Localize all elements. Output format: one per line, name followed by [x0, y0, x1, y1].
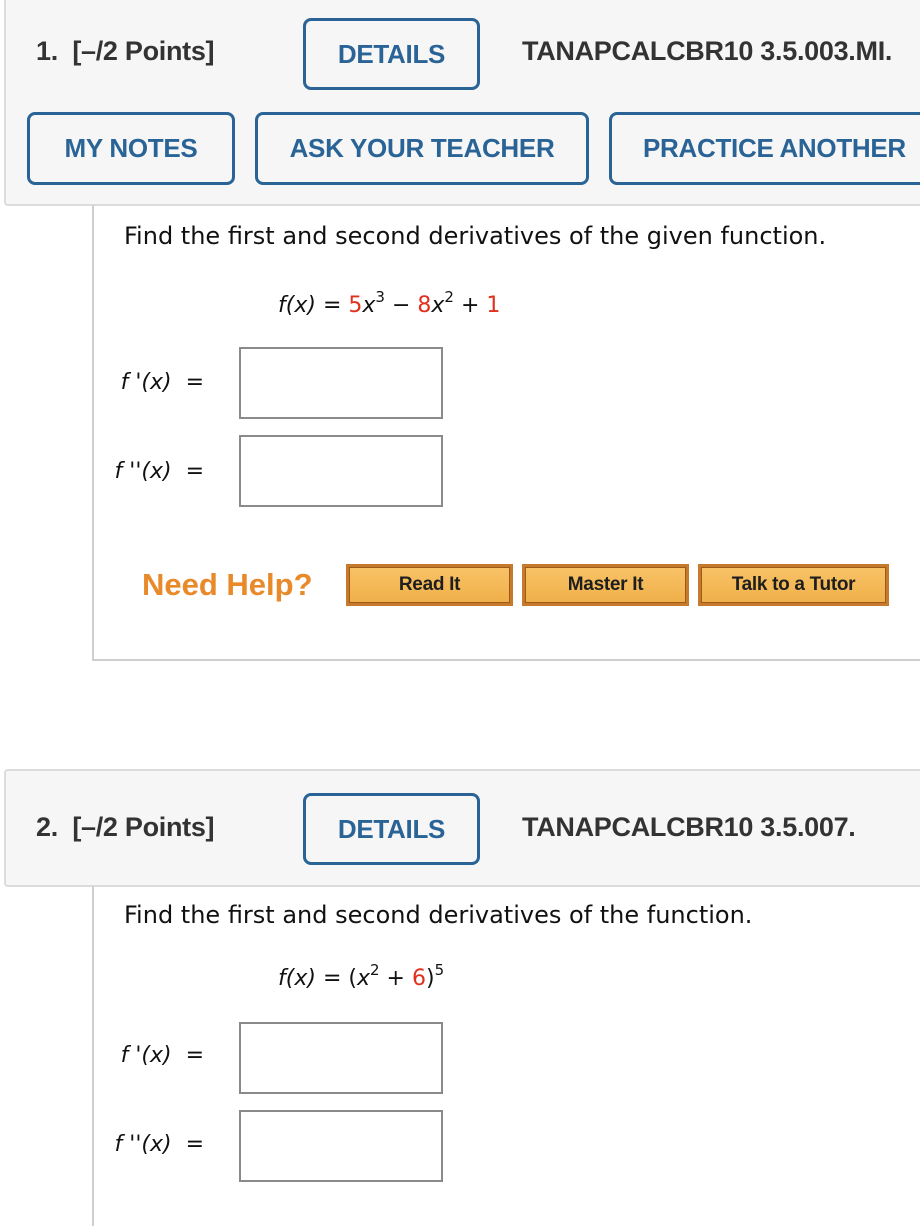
- equals-sign: =: [185, 1132, 204, 1157]
- formula-operator: +: [386, 966, 405, 991]
- read-it-button[interactable]: Read It: [346, 564, 513, 606]
- formula-constant: 1: [486, 293, 501, 318]
- ask-your-teacher-button[interactable]: ASK YOUR TEACHER: [255, 112, 589, 185]
- formula-lhs: f(x): [278, 293, 316, 318]
- formula-exponent: 2: [444, 288, 454, 306]
- question-1-number-points: 1. [–/2 Points]: [36, 36, 215, 67]
- first-derivative-input[interactable]: [239, 1022, 443, 1094]
- function-formula: f(x) = 5x3 − 8x2 + 1: [278, 290, 501, 319]
- second-derivative-input[interactable]: [239, 435, 443, 507]
- equals-sign: =: [185, 459, 204, 484]
- formula-coefficient: 5: [348, 293, 363, 318]
- need-help-label: Need Help?: [142, 567, 313, 602]
- my-notes-button[interactable]: MY NOTES: [27, 112, 235, 185]
- formula-paren: (: [348, 966, 357, 991]
- question-prompt: Find the first and second derivatives of…: [124, 901, 753, 929]
- question-1-header: 1. [–/2 Points] DETAILS TANAPCALCBR10 3.…: [4, 0, 920, 206]
- master-it-label: Master It: [525, 567, 686, 603]
- first-derivative-label: f '(x) =: [94, 370, 204, 395]
- derivative-symbol: f ''(x): [114, 459, 172, 484]
- derivative-symbol: f '(x): [120, 1043, 172, 1068]
- question-number: 2.: [36, 812, 58, 842]
- question-2-header: 2. [–/2 Points] DETAILS TANAPCALCBR10 3.…: [4, 769, 920, 887]
- practice-another-button[interactable]: PRACTICE ANOTHER: [609, 112, 920, 185]
- second-derivative-input[interactable]: [239, 1110, 443, 1182]
- read-it-label: Read It: [349, 567, 510, 603]
- formula-exponent: 5: [434, 961, 445, 979]
- derivative-symbol: f '(x): [120, 370, 172, 395]
- first-derivative-label: f '(x) =: [94, 1043, 204, 1068]
- equals-sign: =: [185, 1043, 204, 1068]
- points-label: [–/2 Points]: [72, 812, 215, 842]
- formula-exponent: 3: [375, 288, 385, 306]
- talk-to-a-tutor-button[interactable]: Talk to a Tutor: [698, 564, 889, 606]
- second-derivative-label: f ''(x) =: [94, 1132, 204, 1157]
- question-prompt: Find the first and second derivatives of…: [124, 222, 827, 250]
- details-button[interactable]: DETAILS: [303, 793, 480, 865]
- derivative-symbol: f ''(x): [114, 1132, 172, 1157]
- points-label: [–/2 Points]: [72, 36, 215, 66]
- second-derivative-label: f ''(x) =: [94, 459, 204, 484]
- formula-variable: x: [362, 293, 376, 318]
- formula-variable: x: [356, 966, 370, 991]
- formula-lhs: f(x): [278, 966, 316, 991]
- first-derivative-input[interactable]: [239, 347, 443, 419]
- formula-exponent: 2: [370, 961, 380, 979]
- formula-constant: 6: [411, 966, 426, 991]
- question-1-body: Find the first and second derivatives of…: [92, 205, 920, 661]
- formula-operator: −: [391, 293, 411, 318]
- details-button[interactable]: DETAILS: [303, 18, 480, 90]
- master-it-button[interactable]: Master It: [522, 564, 689, 606]
- formula-variable: x: [431, 293, 445, 318]
- formula-equals: =: [322, 293, 342, 318]
- question-2-body: Find the first and second derivatives of…: [92, 886, 920, 1226]
- function-formula: f(x) = (x2 + 6)5: [278, 963, 444, 992]
- question-2-number-points: 2. [–/2 Points]: [36, 812, 215, 843]
- question-code: TANAPCALCBR10 3.5.003.MI.: [522, 36, 893, 66]
- question-number: 1.: [36, 36, 58, 66]
- formula-coefficient: 8: [417, 293, 432, 318]
- formula-operator: +: [460, 293, 480, 318]
- talk-to-a-tutor-label: Talk to a Tutor: [701, 567, 886, 603]
- equals-sign: =: [185, 370, 204, 395]
- formula-equals: =: [322, 966, 342, 991]
- question-code: TANAPCALCBR10 3.5.007.: [522, 812, 856, 842]
- formula-paren: ): [425, 966, 435, 991]
